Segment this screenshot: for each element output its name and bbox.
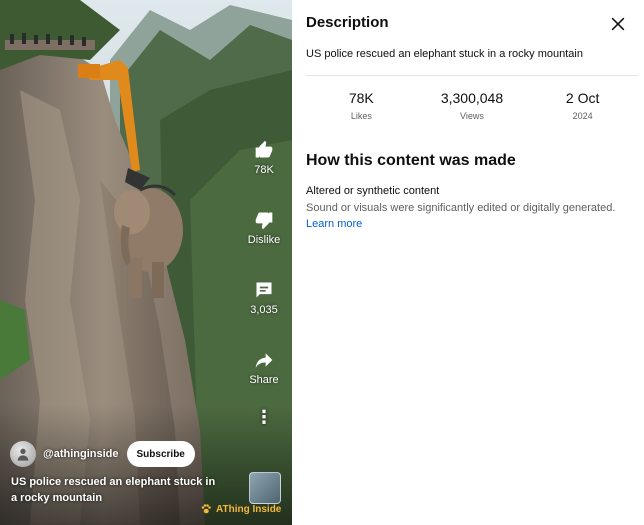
divider xyxy=(306,75,638,76)
dislike-button[interactable]: Dislike xyxy=(248,210,280,246)
stat-date: 2 Oct 2024 xyxy=(528,90,638,130)
share-button[interactable]: Share xyxy=(249,350,279,386)
watermark-text: AThing Inside xyxy=(216,503,282,515)
more-options-button[interactable]: ⋮ xyxy=(255,408,273,426)
how-made-heading: How this content was made xyxy=(306,152,516,169)
comment-icon xyxy=(256,282,272,298)
stats-row: 78K Likes 3,300,048 Views 2 Oct 2024 xyxy=(306,90,638,130)
thumbs-down-icon xyxy=(255,212,273,230)
channel-avatar[interactable] xyxy=(10,441,36,467)
stat-likes: 78K Likes xyxy=(306,90,416,130)
channel-handle[interactable]: @athinginside xyxy=(43,448,119,460)
stat-value: 3,300,048 xyxy=(440,90,504,106)
paw-icon xyxy=(201,504,211,514)
watermark: AThing Inside xyxy=(200,503,281,515)
thumbs-up-icon xyxy=(255,140,273,158)
stat-views: 3,300,048 Views xyxy=(417,90,527,130)
like-button[interactable]: 78K xyxy=(254,140,274,176)
close-icon xyxy=(611,17,625,31)
comments-button[interactable]: 3,035 xyxy=(250,280,278,316)
stat-caption: Likes xyxy=(350,111,372,121)
panel-title: Description xyxy=(306,14,389,31)
description-panel: Description US police rescued an elephan… xyxy=(292,0,644,525)
dislike-label: Dislike xyxy=(247,234,281,246)
channel-row: @athinginside Subscribe xyxy=(10,441,195,467)
description-text: US police rescued an elephant stuck in a… xyxy=(306,48,583,60)
share-icon xyxy=(255,353,273,368)
video-title[interactable]: US police rescued an elephant stuck in a… xyxy=(11,474,221,506)
stat-caption: 2024 xyxy=(572,111,593,121)
share-label: Share xyxy=(249,374,279,386)
close-button[interactable] xyxy=(608,14,628,34)
stat-value: 78K xyxy=(348,90,374,106)
comment-count: 3,035 xyxy=(250,304,278,316)
stat-value: 2 Oct xyxy=(565,90,600,106)
like-count: 78K xyxy=(254,164,274,176)
subscribe-button[interactable]: Subscribe xyxy=(126,441,195,467)
learn-more-link[interactable]: Learn more xyxy=(306,218,362,230)
sound-thumbnail[interactable] xyxy=(249,472,281,504)
stat-caption: Views xyxy=(460,111,484,121)
altered-content-body: Sound or visuals were significantly edit… xyxy=(306,202,616,214)
action-bar: 78K Dislike 3,035 Share ⋮ xyxy=(240,140,288,426)
panel-header: Description xyxy=(306,14,634,36)
avatar-figure-icon xyxy=(17,448,29,461)
short-video-player[interactable]: 78K Dislike 3,035 Share ⋮ @athinginside … xyxy=(0,0,292,525)
altered-content-label: Altered or synthetic content xyxy=(306,185,440,197)
